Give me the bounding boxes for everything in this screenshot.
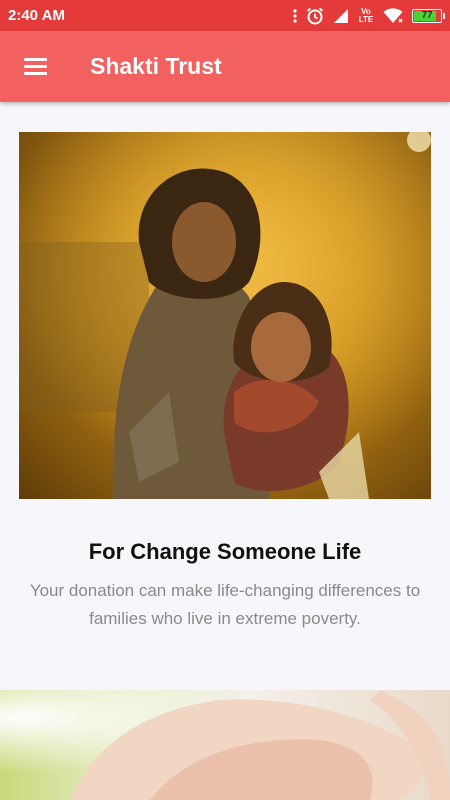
donation-card[interactable]: For Change Someone Life Your donation ca… [0,102,450,667]
status-bar: 2:40 AM Vo LTE 77 [0,0,450,31]
signal-icon [333,8,349,24]
menu-button[interactable] [0,31,70,102]
alarm-icon [306,7,324,25]
status-icons: Vo LTE 77 [293,6,445,25]
battery-icon: 77 [412,8,445,23]
battery-level: 77 [421,10,433,21]
second-card-image[interactable] [0,690,450,800]
status-time: 2:40 AM [8,7,65,24]
wifi-icon [383,7,403,24]
card-title: For Change Someone Life [88,539,362,564]
app-title: Shakti Trust [90,53,222,79]
more-icon [293,8,297,23]
card-description: Your donation can make life-changing dif… [29,581,421,628]
hero-image [19,132,431,499]
app-bar: Shakti Trust [0,31,450,102]
hamburger-icon [23,58,47,75]
volte-icon: Vo LTE [358,6,374,24]
